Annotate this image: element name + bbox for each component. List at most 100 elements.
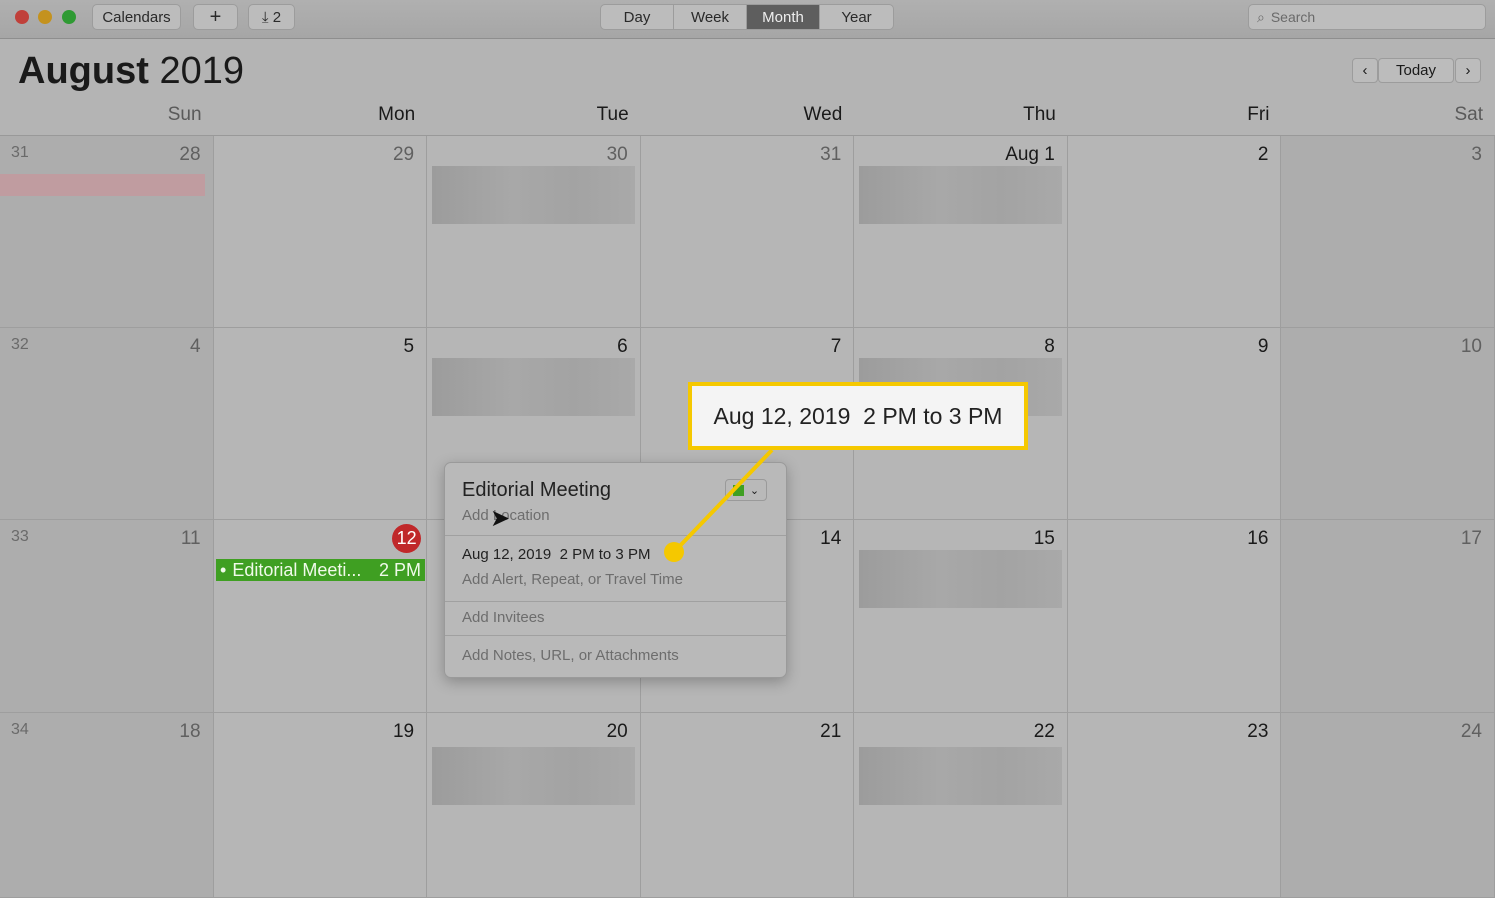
weekday-sun: Sun [167, 104, 202, 125]
weekday-thu: Thu [1023, 104, 1056, 125]
day-cell[interactable]: 30 [427, 136, 641, 328]
day-number: 28 [179, 144, 201, 165]
day-number: 22 [1033, 721, 1055, 742]
today-button[interactable]: Today [1378, 58, 1454, 83]
day-number: 3 [1471, 144, 1482, 165]
search-input[interactable]: ⌕ Search [1248, 4, 1486, 30]
redacted-event [859, 550, 1062, 608]
week-number: 34 [11, 721, 29, 738]
invitees-field[interactable]: Add Invitees [462, 609, 545, 626]
day-cell[interactable]: 2 [1067, 136, 1282, 328]
day-cell[interactable]: Aug 1 [854, 136, 1068, 328]
weekday-fri: Fri [1247, 104, 1270, 125]
week-number: 32 [11, 336, 29, 353]
inbox-count: 2 [272, 8, 282, 26]
day-cell[interactable]: 3 [1281, 136, 1495, 328]
calendars-button[interactable]: Calendars [92, 4, 181, 30]
tab-year[interactable]: Year [820, 5, 893, 29]
day-number: 2 [1257, 144, 1269, 165]
day-number: 21 [820, 721, 842, 742]
search-placeholder: Search [1270, 9, 1316, 25]
redacted-event [432, 358, 635, 416]
day-number: 6 [617, 336, 628, 357]
day-number: 15 [1033, 528, 1055, 549]
day-cell[interactable]: 20 [427, 713, 641, 898]
day-cell[interactable]: 22 [854, 713, 1068, 898]
alert-field[interactable]: Add Alert, Repeat, or Travel Time [462, 571, 683, 588]
next-month-button[interactable]: › [1455, 58, 1481, 83]
day-cell[interactable]: 29 [213, 136, 428, 328]
minimize-button[interactable] [38, 10, 52, 24]
weekday-tue: Tue [596, 104, 629, 125]
calendar-color-swatch [732, 484, 744, 496]
day-cell[interactable]: 5 [213, 328, 428, 520]
redacted-event [432, 166, 635, 224]
close-button[interactable] [15, 10, 29, 24]
day-cell[interactable]: 15 [854, 520, 1068, 713]
redacted-event [859, 747, 1062, 805]
event-title: Editorial Meeti... [232, 559, 362, 580]
day-number: 29 [392, 144, 415, 165]
download-icon: ⤓ [261, 8, 273, 26]
weekday-sat: Sat [1454, 104, 1483, 125]
prev-month-button[interactable]: ‹ [1352, 58, 1378, 83]
week-number: 33 [11, 528, 29, 545]
day-number: 11 [180, 528, 201, 549]
weekday-wed: Wed [803, 104, 843, 125]
calendar-color-picker[interactable]: ⌄ [725, 479, 767, 501]
tab-day[interactable]: Day [601, 5, 674, 29]
day-number: 4 [189, 336, 201, 357]
day-number: 30 [606, 144, 628, 165]
redacted-event [432, 747, 635, 805]
today-badge: 12 [392, 524, 422, 553]
inbox-button[interactable]: ⤓ 2 [248, 4, 295, 30]
day-cell[interactable]: 9 [1067, 328, 1282, 520]
day-cell[interactable]: 31 28 [0, 136, 214, 328]
day-number: 24 [1460, 721, 1482, 742]
day-number: 8 [1044, 336, 1055, 357]
day-cell[interactable]: 21 [640, 713, 855, 898]
event-editorial-meeting[interactable]: • Editorial Meeti... 2 PM [216, 559, 425, 581]
day-cell[interactable]: 32 4 [0, 328, 214, 520]
day-cell[interactable]: 31 [640, 136, 855, 328]
tab-month[interactable]: Month [747, 5, 820, 29]
event-popover: Editorial Meeting ⌄ Add Location Aug 12,… [444, 462, 787, 678]
month-label: August [18, 50, 149, 92]
day-number: 18 [179, 721, 201, 742]
day-cell[interactable]: 17 [1281, 520, 1495, 713]
event-time: 2 PM [378, 559, 421, 580]
day-number: 17 [1460, 528, 1482, 549]
day-number: Aug 1 [1005, 144, 1055, 165]
day-number: 9 [1257, 336, 1269, 357]
day-cell[interactable]: 23 [1067, 713, 1282, 898]
zoom-button[interactable] [62, 10, 76, 24]
day-number: 7 [830, 336, 842, 357]
day-cell[interactable]: 10 [1281, 328, 1495, 520]
add-event-button[interactable]: + [193, 4, 238, 30]
toolbar: Calendars + ⤓ 2 Day Week Month Year ⌕ Sea… [0, 0, 1495, 39]
tab-week[interactable]: Week [674, 5, 747, 29]
datetime-field[interactable]: Aug 12, 2019 2 PM to 3 PM [462, 546, 650, 563]
day-number: 31 [820, 144, 842, 165]
day-cell[interactable]: 33 11 [0, 520, 214, 713]
day-number: 5 [403, 336, 415, 357]
day-cell[interactable]: 16 [1067, 520, 1282, 713]
view-switcher: Day Week Month Year [600, 4, 894, 30]
redacted-event [859, 166, 1062, 224]
day-cell[interactable]: 19 [213, 713, 428, 898]
week-number: 31 [11, 144, 29, 161]
redacted-event [0, 174, 205, 196]
day-cell[interactable]: 24 [1281, 713, 1495, 898]
day-number: 23 [1247, 721, 1269, 742]
day-cell[interactable]: 34 18 [0, 713, 214, 898]
day-number: 20 [606, 721, 628, 742]
notes-field[interactable]: Add Notes, URL, or Attachments [462, 647, 679, 664]
day-number: 16 [1247, 528, 1269, 549]
page-title: August 2019 [18, 50, 244, 93]
popover-title[interactable]: Editorial Meeting [462, 479, 611, 502]
weekday-mon: Mon [378, 104, 416, 125]
day-number: 19 [392, 721, 415, 742]
day-cell[interactable]: 12 [213, 520, 428, 713]
search-icon: ⌕ [1257, 8, 1265, 25]
year-label: 2019 [159, 50, 244, 92]
